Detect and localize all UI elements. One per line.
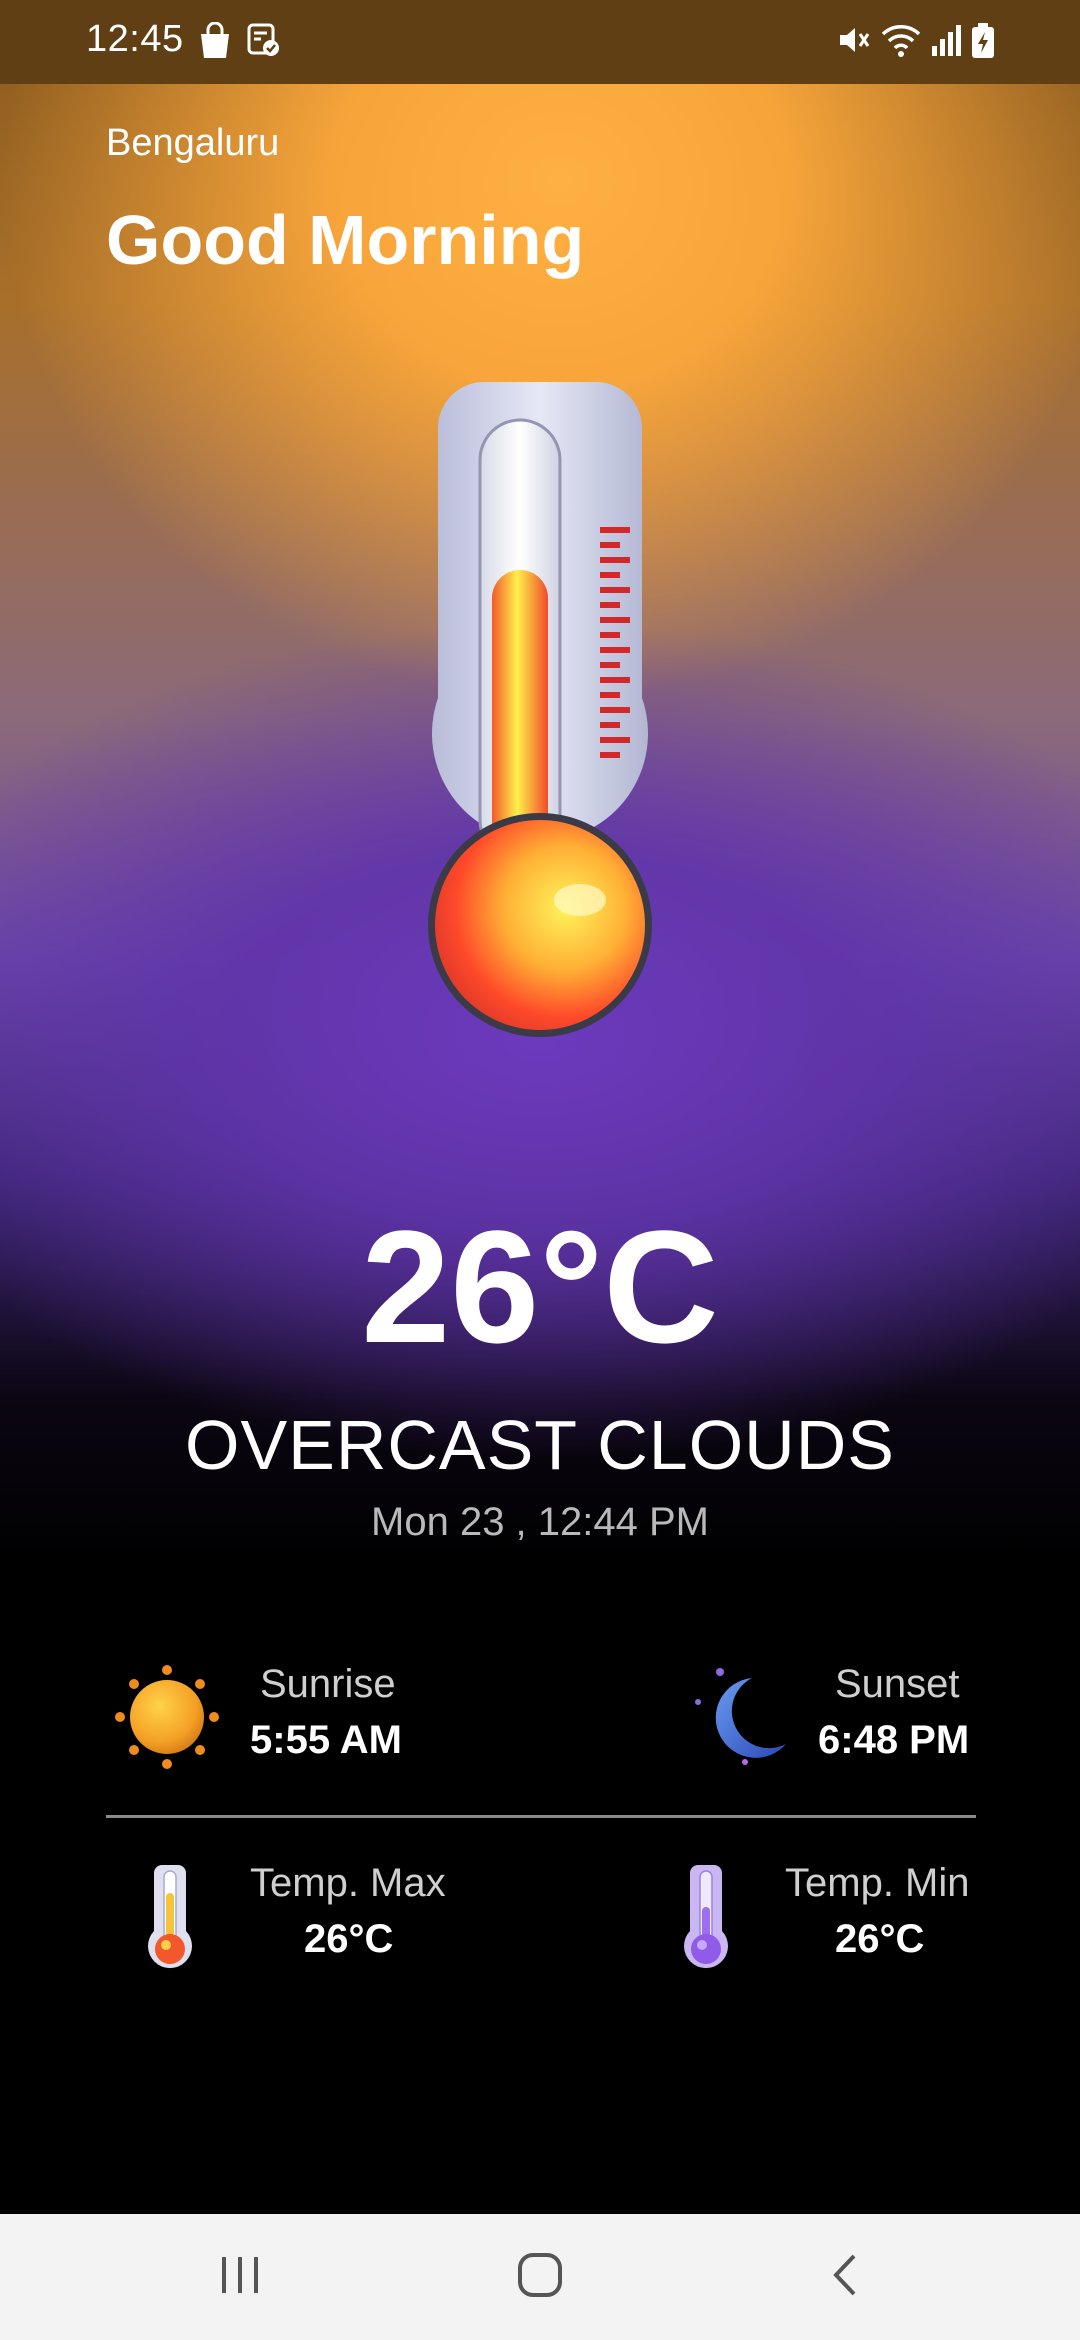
home-button[interactable]	[460, 2214, 620, 2340]
temp-max-value: 26°C	[304, 1917, 394, 1961]
sun-icon	[112, 1662, 222, 1777]
status-time: 12:45	[86, 18, 184, 60]
system-nav-bar	[0, 2214, 1080, 2340]
thermometer-cold-icon	[680, 1863, 732, 1980]
weather-condition: OVERCAST CLOUDS	[185, 1406, 895, 1484]
back-button[interactable]	[765, 2214, 925, 2340]
thermometer-illustration-icon	[380, 380, 700, 1080]
home-icon	[517, 2252, 563, 2303]
temp-min-value: 26°C	[835, 1917, 925, 1961]
temp-min-label: Temp. Min	[785, 1861, 970, 1905]
city-name: Bengaluru	[106, 122, 280, 164]
sunrise-value: 5:55 AM	[250, 1718, 402, 1762]
mute-icon	[836, 22, 872, 63]
weather-screen: 12:45 Bengaluru Good Morning 26°C OVERCA…	[0, 0, 1080, 2340]
sunset-value: 6:48 PM	[818, 1718, 970, 1762]
thermometer-hot-icon	[144, 1863, 196, 1980]
clipboard-check-icon	[246, 22, 280, 63]
recent-apps-icon	[218, 2255, 262, 2300]
sunrise-stat: Sunrise 5:55 AM	[0, 1650, 540, 1770]
date-time: Mon 23 , 12:44 PM	[371, 1500, 709, 1544]
current-temperature: 26°C	[361, 1197, 719, 1376]
status-bar: 12:45	[0, 0, 1080, 84]
moon-icon	[690, 1662, 800, 1777]
recent-apps-button[interactable]	[160, 2214, 320, 2340]
temp-min-stat: Temp. Min 26°C	[540, 1855, 1080, 1975]
sunset-label: Sunset	[835, 1662, 960, 1706]
temp-max-stat: Temp. Max 26°C	[0, 1855, 540, 1975]
battery-charging-icon	[970, 22, 996, 65]
sunrise-label: Sunrise	[260, 1662, 396, 1706]
back-icon	[830, 2252, 860, 2303]
temp-max-label: Temp. Max	[250, 1861, 446, 1905]
shopping-bag-icon	[198, 21, 232, 65]
signal-icon	[930, 22, 962, 63]
stats-divider	[106, 1815, 976, 1818]
greeting-title: Good Morning	[106, 201, 585, 279]
sunset-stat: Sunset 6:48 PM	[540, 1650, 1080, 1770]
wifi-icon	[880, 22, 922, 63]
